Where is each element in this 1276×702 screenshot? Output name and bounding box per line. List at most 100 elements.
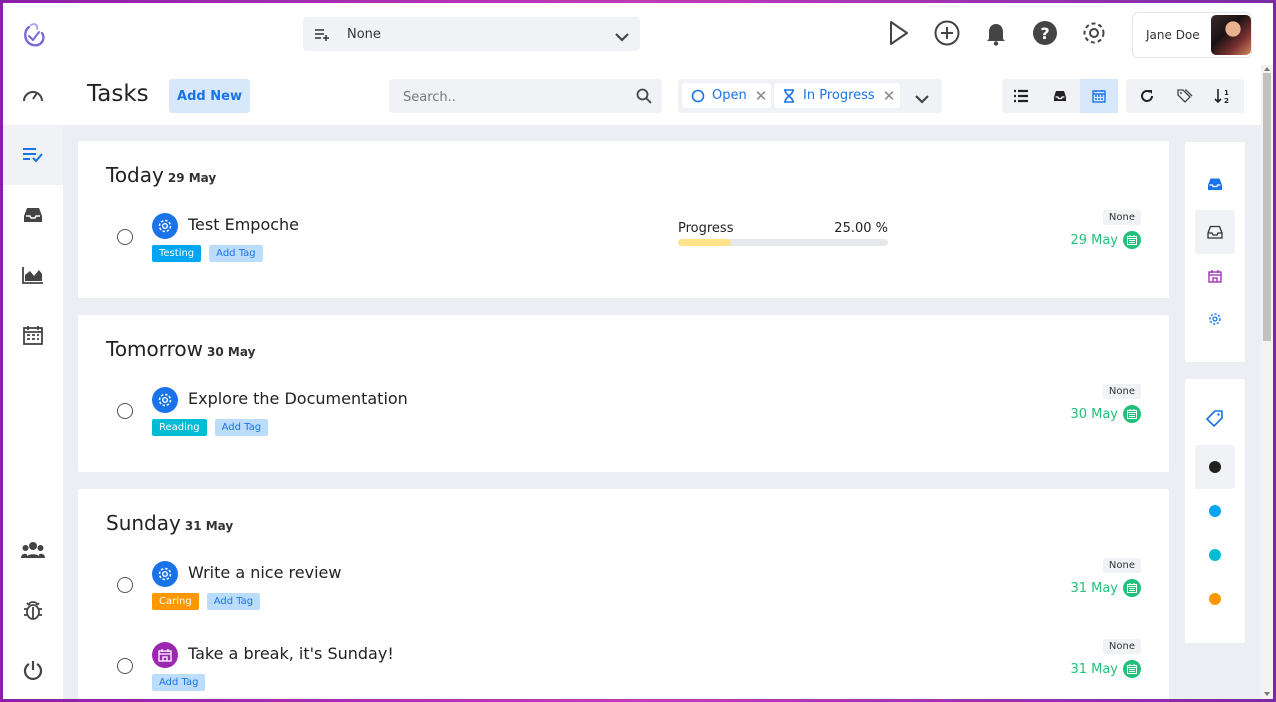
task-item: Test Empoche Testing Add Tag Progress 25… (78, 210, 1169, 283)
priority-badge[interactable]: None (1102, 558, 1141, 573)
group-date: 29 May (167, 171, 217, 185)
action-group: 12 (1126, 79, 1244, 113)
task-list-area: Today 29 May Test Empoche Testing Add Tag… (63, 125, 1261, 699)
add-tag-button[interactable]: Add Tag (214, 419, 269, 436)
tag-color-cyan[interactable] (1195, 533, 1235, 577)
task-name[interactable]: Test Empoche (188, 215, 299, 234)
task-name[interactable]: Explore the Documentation (188, 389, 408, 408)
filter-personal-button[interactable] (1195, 254, 1235, 298)
tag-icon (1206, 410, 1223, 427)
tag-color-black[interactable] (1195, 445, 1235, 489)
tag-filter-panel (1185, 379, 1245, 643)
progress-value: 25.00 % (834, 221, 888, 236)
sidebar-item-reports[interactable] (3, 245, 63, 305)
list-view-button[interactable] (1002, 79, 1040, 113)
task-name[interactable]: Take a break, it's Sunday! (188, 644, 394, 663)
refresh-button[interactable] (1128, 79, 1166, 113)
project-select-value: None (347, 27, 381, 42)
settings-gear-icon[interactable] (1080, 19, 1108, 47)
tags-button[interactable] (1166, 79, 1204, 113)
scroll-down-icon[interactable] (1264, 692, 1270, 696)
add-tag-button[interactable]: Add Tag (152, 674, 206, 691)
tag-filter-button[interactable] (1195, 397, 1235, 441)
sidebar-item-team[interactable] (3, 520, 63, 580)
scroll-up-icon[interactable] (1264, 67, 1270, 71)
tag-testing[interactable]: Testing (152, 245, 202, 262)
search-icon[interactable] (636, 88, 652, 108)
filter-inbox-button[interactable] (1195, 162, 1235, 206)
tag-color-blue[interactable] (1195, 489, 1235, 533)
inbox-icon (1054, 91, 1066, 101)
tag-caring[interactable]: Caring (152, 593, 199, 610)
sidebar-item-dashboard[interactable] (3, 65, 63, 125)
calendar-icon (1123, 231, 1141, 249)
scrollbar-thumb[interactable] (1263, 73, 1271, 341)
filter-chip-in-progress[interactable]: In Progress ✕ (774, 83, 900, 108)
svg-text:1: 1 (1224, 89, 1229, 97)
filter-inbox-outline-button[interactable] (1195, 210, 1235, 254)
color-dot (1209, 461, 1221, 473)
add-new-button[interactable]: Add New (169, 79, 250, 113)
sidebar-item-logout[interactable] (3, 640, 63, 699)
tag-reading[interactable]: Reading (152, 419, 207, 436)
calendar-icon (1123, 579, 1141, 597)
priority-badge[interactable]: None (1102, 210, 1141, 225)
task-complete-checkbox[interactable] (117, 658, 133, 674)
tasks-header: Tasks Add New Open ✕ In Progress ✕ (63, 65, 1261, 125)
color-dot (1209, 505, 1221, 517)
hourglass-icon (784, 88, 794, 103)
due-date[interactable]: 31 May (1070, 579, 1141, 597)
due-date[interactable]: 29 May (1070, 231, 1141, 249)
search-input[interactable] (389, 79, 635, 115)
due-date[interactable]: 30 May (1070, 405, 1141, 423)
group-date: 30 May (207, 345, 256, 359)
list-icon (1014, 89, 1028, 103)
sidebar-item-bug-report[interactable] (3, 580, 63, 640)
top-bar: None ? Jane Doe (3, 3, 1261, 66)
sidebar-item-inbox[interactable] (3, 185, 63, 245)
sidebar-item-tasks[interactable] (3, 125, 63, 185)
group-title-label: Sunday (106, 511, 181, 535)
sort-button[interactable]: 12 (1204, 79, 1242, 113)
help-icon[interactable]: ? (1031, 19, 1059, 47)
list-check-icon (23, 148, 43, 163)
page-scrollbar[interactable] (1261, 65, 1273, 699)
remove-filter-icon[interactable]: ✕ (883, 87, 896, 105)
page-title: Tasks (87, 81, 149, 107)
due-date[interactable]: 31 May (1070, 660, 1141, 678)
filter-chip-label: Open (712, 88, 747, 103)
remove-filter-icon[interactable]: ✕ (755, 87, 768, 105)
gear-icon (152, 387, 178, 413)
tags-icon (1177, 89, 1193, 103)
add-tag-button[interactable]: Add Tag (206, 593, 261, 610)
play-icon[interactable] (884, 19, 912, 47)
app-logo-icon[interactable] (21, 21, 47, 49)
inbox-view-button[interactable] (1041, 79, 1079, 113)
view-mode-group (1002, 79, 1118, 113)
add-tag-button[interactable]: Add Tag (209, 245, 263, 262)
refresh-icon (1141, 90, 1153, 102)
bug-icon (24, 601, 42, 620)
task-name[interactable]: Write a nice review (188, 563, 341, 582)
color-dot (1209, 549, 1221, 561)
calendar-view-button[interactable] (1080, 79, 1118, 113)
tag-color-orange[interactable] (1195, 577, 1235, 621)
filter-settings-button[interactable] (1195, 297, 1235, 341)
task-complete-checkbox[interactable] (117, 577, 133, 593)
task-complete-checkbox[interactable] (117, 403, 133, 419)
group-date: 31 May (184, 519, 234, 533)
sidebar-item-calendar[interactable] (3, 305, 63, 365)
priority-badge[interactable]: None (1102, 384, 1141, 399)
bell-icon[interactable] (982, 19, 1010, 47)
project-select[interactable]: None (303, 17, 640, 51)
filter-chip-open[interactable]: Open ✕ (682, 83, 771, 108)
user-menu[interactable]: Jane Doe (1132, 12, 1252, 58)
inbox-icon (1208, 178, 1222, 190)
task-group-tomorrow: Tomorrow 30 May Explore the Documentation… (78, 315, 1169, 472)
task-complete-checkbox[interactable] (117, 229, 133, 245)
add-circle-icon[interactable] (933, 19, 961, 47)
app-window: None ? Jane Doe Tasks Add New Search.. O… (3, 3, 1273, 699)
priority-badge[interactable]: None (1102, 639, 1141, 654)
speedometer-icon (23, 91, 43, 102)
chevron-down-icon[interactable] (914, 90, 930, 109)
